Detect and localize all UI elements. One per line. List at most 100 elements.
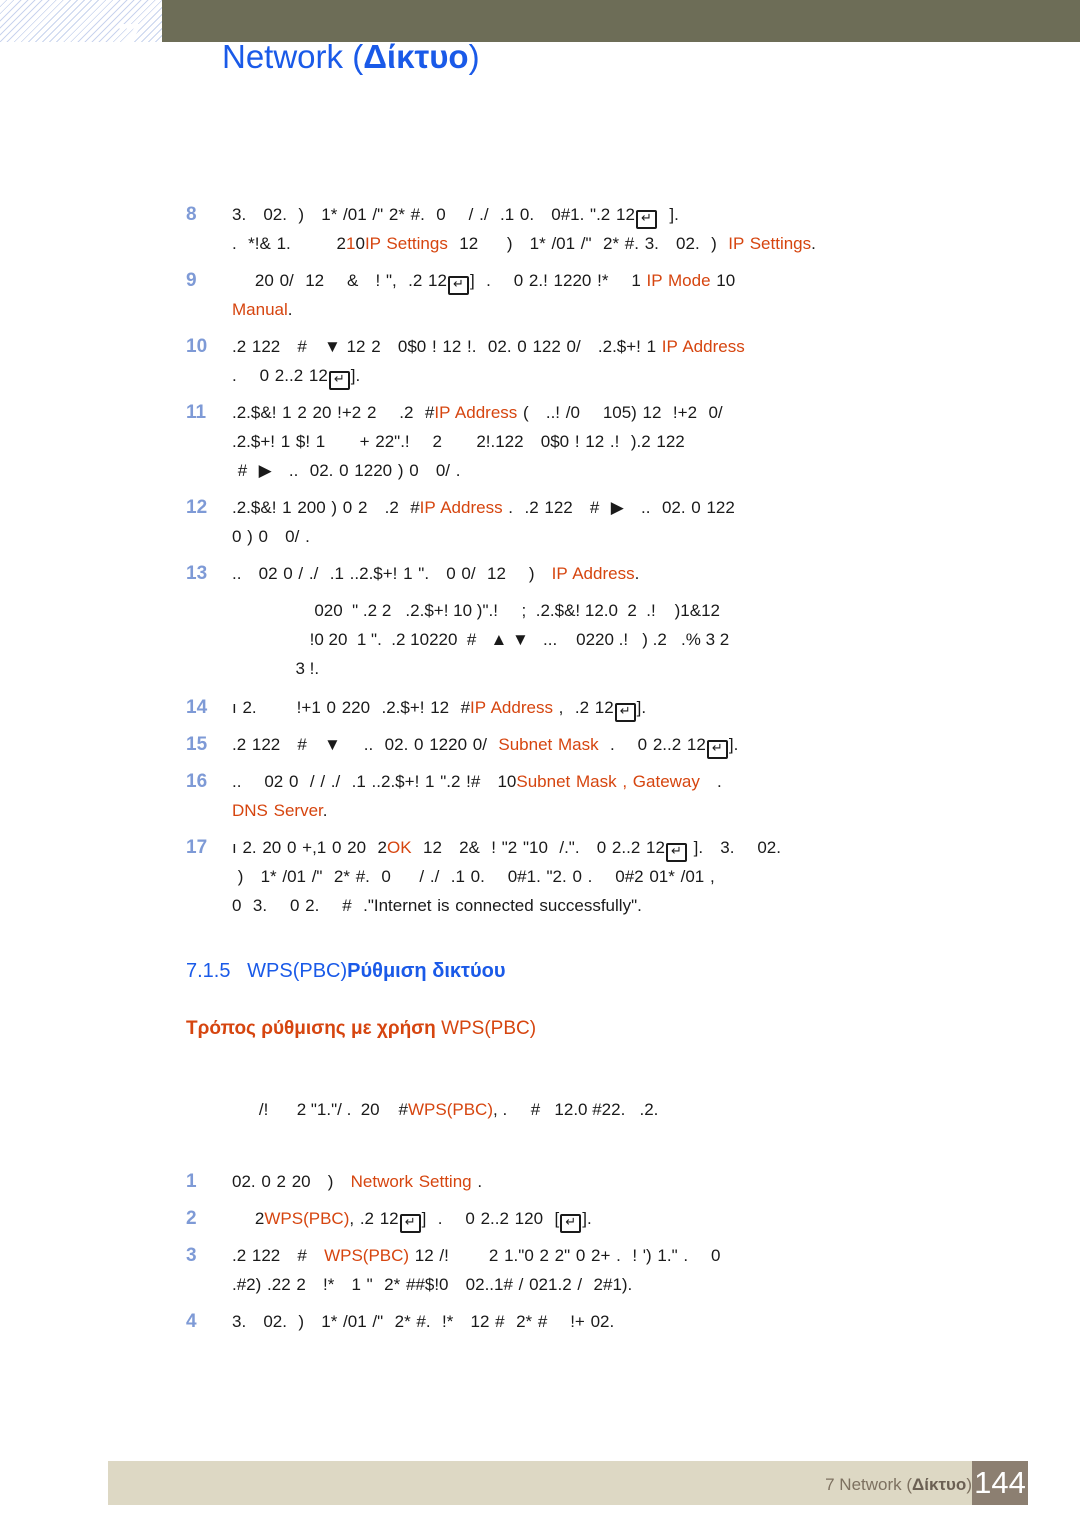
body-text-run: 0 ) 0 0/ . [232,527,310,546]
footer-chapter-en: 7 Network ( [825,1475,913,1494]
body-text-run: .. 02 0 / ./ .1 ..2.$+! 1 ". 0 0/ 12 ) [232,564,552,583]
step-number: 13 [186,563,208,584]
note-paragraph-block: 020 " .2 2 .2.$+! 10 )".! ; .2.$&! 12.0 … [0,596,1080,683]
step-number: 8 [186,204,197,225]
body-text-run: . [634,564,640,583]
menu-term-highlight: Subnet Mask [516,772,617,791]
body-text-run: 3. 02. ) 1* /01 /" 2* #. !* 12 # 2* # !+… [232,1312,615,1331]
step-text-line: ı 2. !+1 0 220 .2.$+! 12 #IP Address , .… [232,693,1012,722]
body-text-run: .2.$&! 1 200 ) 0 2 .2 # [232,498,420,517]
enter-key-icon: ↵ [560,1214,582,1233]
menu-term-highlight: Subnet Mask [498,735,599,754]
numbered-step: 2 2WPS(PBC), .2 12 ↵] . 0 2..2 120 [↵]. [0,1204,1080,1233]
body-text-run: 02. 0 2 20 ) [232,1172,351,1191]
numbered-step: 13 .. 02 0 / ./ .1 ..2.$+! 1 ". 0 0/ 12 )… [0,559,1080,588]
body-text-run: . [471,1172,483,1191]
body-text-run: .2 122 # [232,1246,325,1265]
enter-key-icon: ↵ [328,371,350,390]
step-text-line: 3. 02. ) 1* /01 /" 2* #. !* 12 # 2* # !+… [232,1307,1012,1336]
body-text-run: 10 [710,271,736,290]
body-text-run: ] . 0 2.! 122 [469,271,582,290]
step-text-line: .. 02 0 / ./ .1 ..2.$+! 1 ". 0 0/ 12 ) I… [232,559,1012,588]
body-text-run: 0 [264,271,274,290]
page-title-el: Δίκτυο [363,38,469,75]
chapter-number-marker: 7 [116,24,170,44]
document-content: 8 3. 02. ) 1* /01 /" 2* #. 0 / ./ .1 0. 0… [0,200,1080,1344]
page-title-close: ) [468,38,480,75]
body-text-run: , .2 12 [552,698,614,717]
menu-term-highlight: Manual [232,300,288,319]
step-number: 9 [186,270,197,291]
step-text-line: .2.$&! 1 2 20 !+2 2 .2 #IP Address ( ..!… [232,398,1012,427]
subsection-heading: Τρόπος ρύθμισης με χρήση WPS(PBC) [0,1014,1080,1044]
step-text-line: .#2) .22 2 !* 1 " 2* ##$!0 02..1# / 021.… [232,1270,1012,1299]
body-text-run: . [287,300,293,319]
step-text-line: .2 122 # ▼ 12 2 0$0 ! 12 !. 02. 0 122 0/… [232,332,1012,361]
step-text-line: 0 3. 0 2. # ."Internet is connected succ… [232,891,1012,920]
menu-term-highlight: DNS Server [232,801,323,820]
body-text-run: 12 ) 1* /01 /" 2* #. 3. 02. ) [447,234,729,253]
section-number: 7.1.5 [186,960,231,982]
subsection-title-el: Τρόπος ρύθμισης με χρήση [186,1018,442,1039]
step-text-line: ı 2. 20 0 +,1 0 20 2OK 12 2& ! "2 "10 /.… [232,833,1012,862]
step-number: 3 [186,1245,197,1266]
numbered-step: 3 .2 122 # WPS(PBC) 12 /! 2 1."0 2 2" 0 2… [0,1241,1080,1299]
body-text-run: 12 2& ! "2 "10 /.". 0 2..2 12 [411,838,665,857]
body-text-run: 0 3. 0 2. # ."Internet is connected succ… [232,896,642,915]
step-text-line: ) 1* /01 /" 2* #. 0 / ./ .1 0. 0#1. "2. … [232,862,1012,891]
numbered-step: 10 .2 122 # ▼ 12 2 0$0 ! 12 !. 02. 0 122 … [0,332,1080,390]
enter-key-icon: ↵ [399,1214,421,1233]
numbered-step: 16 .. 02 0 / / ./ .1 ..2.$+! 1 ".2 !# 10S… [0,767,1080,825]
step-number: 15 [186,734,208,755]
body-text-run: . 0 2..2 12 [232,366,328,385]
body-text-run: ( ..! /0 105) 12 !+2 0/ [517,403,723,422]
body-text-run: . 0 2..2 12 [598,735,706,754]
body-text-run: .2.$&! 1 2 20 !+2 2 .2 # [232,403,435,422]
menu-term-highlight: Network Setting [350,1172,472,1191]
menu-term-highlight: IP Address [661,337,745,356]
body-text-run: 0 [355,234,365,253]
step-text-line: .2 122 # WPS(PBC) 12 /! 2 1."0 2 2" 0 2+… [232,1241,1012,1270]
page-title-en: Network ( [222,38,364,75]
section-heading: 7.1.5 WPS(PBC)Ρύθμιση δικτύου [0,956,1080,986]
body-text-run: , .2 12 [349,1209,399,1228]
numbered-step: 17 ı 2. 20 0 +,1 0 20 2OK 12 2& ! "2 "10 … [0,833,1080,920]
menu-term-highlight: WPS(PBC) [324,1246,410,1265]
menu-term-highlight: Gateway [632,772,700,791]
lead-note-pre: /! 2 "1."/ . 20 # [258,1100,408,1119]
menu-term-highlight: IP Settings [728,234,812,253]
body-text-run: . .2 122 # ▶ .. 02. 0 122 [502,498,735,517]
body-text-run: 2 [232,1209,265,1228]
lead-note-post: , . # 12.0 #22. .2. [493,1100,659,1119]
step-number: 12 [186,497,208,518]
step-text-line: 02. 0 2 20 ) Network Setting . [232,1167,1012,1196]
step-text-line: . *!& 1. 210IP Settings 12 ) 1* /01 /" 2… [232,229,1012,258]
lead-note-paragraph: /! 2 "1."/ . 20 #WPS(PBC), . # 12.0 #22.… [0,1066,1080,1153]
steps-list-continued-2: 14 ı 2. !+1 0 220 .2.$+! 12 #IP Address ,… [0,693,1080,920]
step-number: 1 [186,1171,197,1192]
step-text-line: 3. 02. ) 1* /01 /" 2* #. 0 / ./ .1 0. 0#… [232,200,1012,229]
footer-chapter-label: 7 Network (Δίκτυο) [825,1475,972,1495]
note-line: 020 " .2 2 .2.$+! 10 )".! ; .2.$&! 12.0 … [0,596,1080,625]
lead-note-highlight: WPS(PBC) [408,1100,493,1119]
numbered-step: 4 3. 02. ) 1* /01 /" 2* #. !* 12 # 2* # !… [0,1307,1080,1336]
step-text-line: # ▶ .. 02. 0 1220 ) 0 0/ . [232,456,1012,485]
body-text-run: ]. [636,698,647,717]
body-text-run: ]. 3. 02. [687,838,781,857]
numbered-step: 8 3. 02. ) 1* /01 /" 2* #. 0 / ./ .1 0. 0… [0,200,1080,258]
numbered-step: 1 02. 0 2 20 ) Network Setting . [0,1167,1080,1196]
section-title-el: Ρύθμιση δικτύου [347,960,506,982]
step-number: 2 [186,1208,197,1229]
step-number: 16 [186,771,208,792]
enter-key-icon: ↵ [614,703,636,722]
step-text-line: . 0 2..2 12 ↵]. [232,361,1012,390]
step-text-line: .2.$&! 1 200 ) 0 2 .2 #IP Address . .2 1… [232,493,1012,522]
menu-term-highlight: IP Address [470,698,553,717]
step-text-line: 0 ) 0 0/ . [232,522,1012,551]
page-number: 144 [972,1461,1028,1505]
enter-key-icon: ↵ [665,843,687,862]
body-text-run: .#2) .22 2 !* 1 " 2* ##$!0 02..1# / 021.… [232,1275,633,1294]
step-text-line: DNS Server. [232,796,1012,825]
body-text-run: .2.$+! 1 $! 1 + 22".! 2 2!.122 0$0 ! 12 … [232,432,685,451]
subsection-title-en: WPS(PBC) [441,1018,537,1039]
